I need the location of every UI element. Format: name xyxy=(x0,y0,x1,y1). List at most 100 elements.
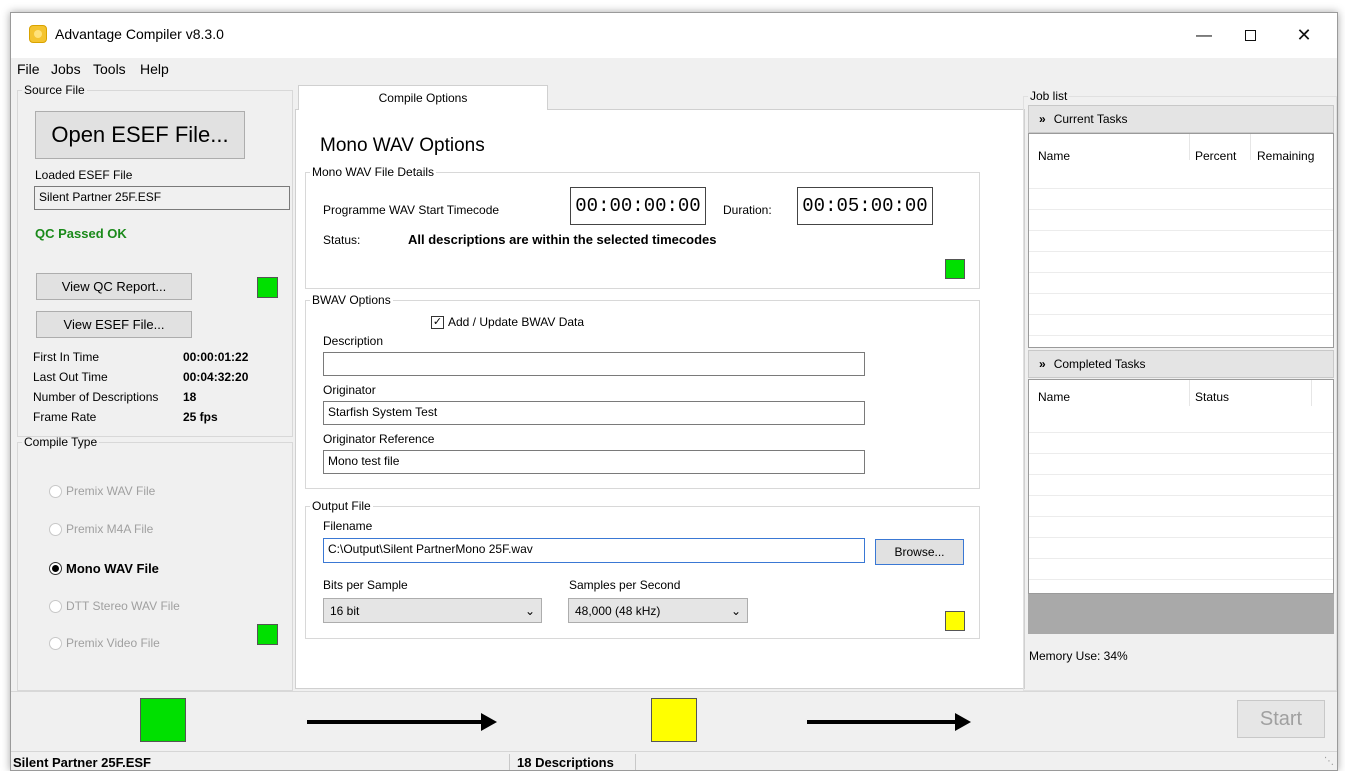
status-bar: Silent Partner 25F.ESF 18 Descriptions ⋱ xyxy=(11,751,1337,770)
menu-tools[interactable]: Tools xyxy=(93,61,126,77)
chevrons-up-icon: » xyxy=(1039,357,1046,371)
current-tasks-title: Current Tasks xyxy=(1053,112,1128,126)
radio-label: DTT Stereo WAV File xyxy=(66,599,180,613)
last-out-value: 00:04:32:20 xyxy=(183,370,249,384)
status-label: Status: xyxy=(323,233,361,247)
memory-use: Memory Use: 34% xyxy=(1029,649,1128,663)
qc-status: QC Passed OK xyxy=(35,226,127,241)
radio-label: Premix WAV File xyxy=(66,484,156,498)
radio-circle-icon xyxy=(49,484,62,498)
completed-tasks-title: Completed Tasks xyxy=(1053,357,1146,371)
grid-line xyxy=(1029,230,1333,231)
start-button[interactable]: Start xyxy=(1237,700,1325,738)
checkbox-checked-icon: ✓ xyxy=(431,315,444,329)
current-tasks-list[interactable]: Name Percent Remaining xyxy=(1028,133,1334,348)
start-timecode-label: Programme WAV Start Timecode xyxy=(323,203,500,217)
grid-line xyxy=(1029,335,1333,336)
view-qc-report-button[interactable]: View QC Report... xyxy=(36,273,192,300)
mono-wav-details-legend: Mono WAV File Details xyxy=(312,165,435,179)
start-timecode-input[interactable]: 00:00:00:00 xyxy=(570,187,706,225)
open-esef-button[interactable]: Open ESEF File... xyxy=(35,111,245,159)
details-status-indicator xyxy=(945,259,965,279)
completed-tasks-list[interactable]: Name Status xyxy=(1028,379,1334,594)
grid-line xyxy=(1029,314,1333,315)
radio-mono-wav[interactable]: Mono WAV File xyxy=(49,561,159,576)
radio-premix-video[interactable]: Premix Video File xyxy=(49,636,160,650)
description-label: Description xyxy=(323,334,384,348)
radio-premix-m4a[interactable]: Premix M4A File xyxy=(49,522,153,536)
frame-rate-label: Frame Rate xyxy=(33,410,97,424)
options-stage-indicator xyxy=(651,698,697,742)
bits-per-sample-label: Bits per Sample xyxy=(323,578,408,592)
bwav-checkbox-label: Add / Update BWAV Data xyxy=(448,315,585,329)
status-descriptions: 18 Descriptions xyxy=(517,755,614,770)
radio-premix-wav[interactable]: Premix WAV File xyxy=(49,484,155,498)
column-divider xyxy=(1189,380,1190,406)
samples-per-second-select[interactable]: 48,000 (48 kHz) ⌄ xyxy=(568,598,748,623)
qc-status-indicator xyxy=(257,277,278,298)
status-file: Silent Partner 25F.ESF xyxy=(13,755,151,770)
column-header-name: Name xyxy=(1038,390,1071,404)
radio-dtt-stereo[interactable]: DTT Stereo WAV File xyxy=(49,599,180,613)
filename-input[interactable]: C:\Output\Silent PartnerMono 25F.wav xyxy=(323,538,865,563)
chevrons-up-icon: » xyxy=(1039,112,1046,126)
options-heading: Mono WAV Options xyxy=(320,135,485,156)
browse-button[interactable]: Browse... xyxy=(875,539,964,565)
grid-line xyxy=(1029,453,1333,454)
grid-line xyxy=(1029,516,1333,517)
maximize-button[interactable] xyxy=(1227,13,1273,58)
completed-tasks-header[interactable]: » Completed Tasks xyxy=(1028,350,1334,378)
status-separator xyxy=(635,754,636,770)
output-status-indicator xyxy=(945,611,965,631)
column-header-percent: Percent xyxy=(1195,149,1237,163)
originator-reference-input[interactable]: Mono test file xyxy=(323,450,865,474)
bwav-checkbox[interactable]: ✓ Add / Update BWAV Data xyxy=(431,315,584,329)
originator-reference-label: Originator Reference xyxy=(323,432,435,446)
grid-line xyxy=(1029,209,1333,210)
originator-input[interactable]: Starfish System Test xyxy=(323,401,865,425)
resize-grip-icon[interactable]: ⋱ xyxy=(1324,756,1334,767)
grid-line xyxy=(1029,293,1333,294)
filename-label: Filename xyxy=(323,519,373,533)
originator-label: Originator xyxy=(323,383,376,397)
view-esef-file-button[interactable]: View ESEF File... xyxy=(36,311,192,338)
radio-label: Mono WAV File xyxy=(66,561,159,576)
compile-type-indicator xyxy=(257,624,278,645)
grid-line xyxy=(1029,272,1333,273)
first-in-value: 00:00:01:22 xyxy=(183,350,249,364)
minimize-icon: — xyxy=(1196,26,1212,44)
bits-per-sample-value: 16 bit xyxy=(330,603,360,618)
loaded-esef-field[interactable]: Silent Partner 25F.ESF xyxy=(34,186,290,210)
menu-file[interactable]: File xyxy=(17,61,40,77)
bwav-options-legend: BWAV Options xyxy=(312,293,391,307)
source-file-legend: Source File xyxy=(24,83,85,97)
column-header-remaining: Remaining xyxy=(1257,149,1315,163)
current-tasks-header[interactable]: » Current Tasks xyxy=(1028,105,1334,133)
radio-circle-icon xyxy=(49,636,62,650)
grid-line xyxy=(1029,474,1333,475)
chevron-down-icon: ⌄ xyxy=(524,603,535,618)
maximize-icon xyxy=(1244,30,1256,41)
close-button[interactable]: ✕ xyxy=(1281,13,1327,58)
num-descriptions-value: 18 xyxy=(183,390,197,404)
grid-line xyxy=(1029,251,1333,252)
frame-rate-value: 25 fps xyxy=(183,410,218,424)
description-input[interactable] xyxy=(323,352,865,376)
app-icon xyxy=(29,25,47,43)
minimize-button[interactable]: — xyxy=(1181,13,1227,58)
num-descriptions-label: Number of Descriptions xyxy=(33,390,159,404)
window-title: Advantage Compiler v8.3.0 xyxy=(55,26,224,42)
grid-line xyxy=(1029,432,1333,433)
bits-per-sample-select[interactable]: 16 bit ⌄ xyxy=(323,598,542,623)
samples-per-second-value: 48,000 (48 kHz) xyxy=(575,603,661,618)
grid-line xyxy=(1029,495,1333,496)
menu-help[interactable]: Help xyxy=(140,61,169,77)
menu-jobs[interactable]: Jobs xyxy=(51,61,81,77)
last-out-label: Last Out Time xyxy=(33,370,108,384)
tab-compile-options[interactable]: Compile Options xyxy=(298,85,548,110)
first-in-label: First In Time xyxy=(33,350,100,364)
output-file-legend: Output File xyxy=(312,499,371,513)
column-divider xyxy=(1189,134,1190,160)
duration-input[interactable]: 00:05:00:00 xyxy=(797,187,933,225)
loaded-esef-label: Loaded ESEF File xyxy=(35,168,133,182)
